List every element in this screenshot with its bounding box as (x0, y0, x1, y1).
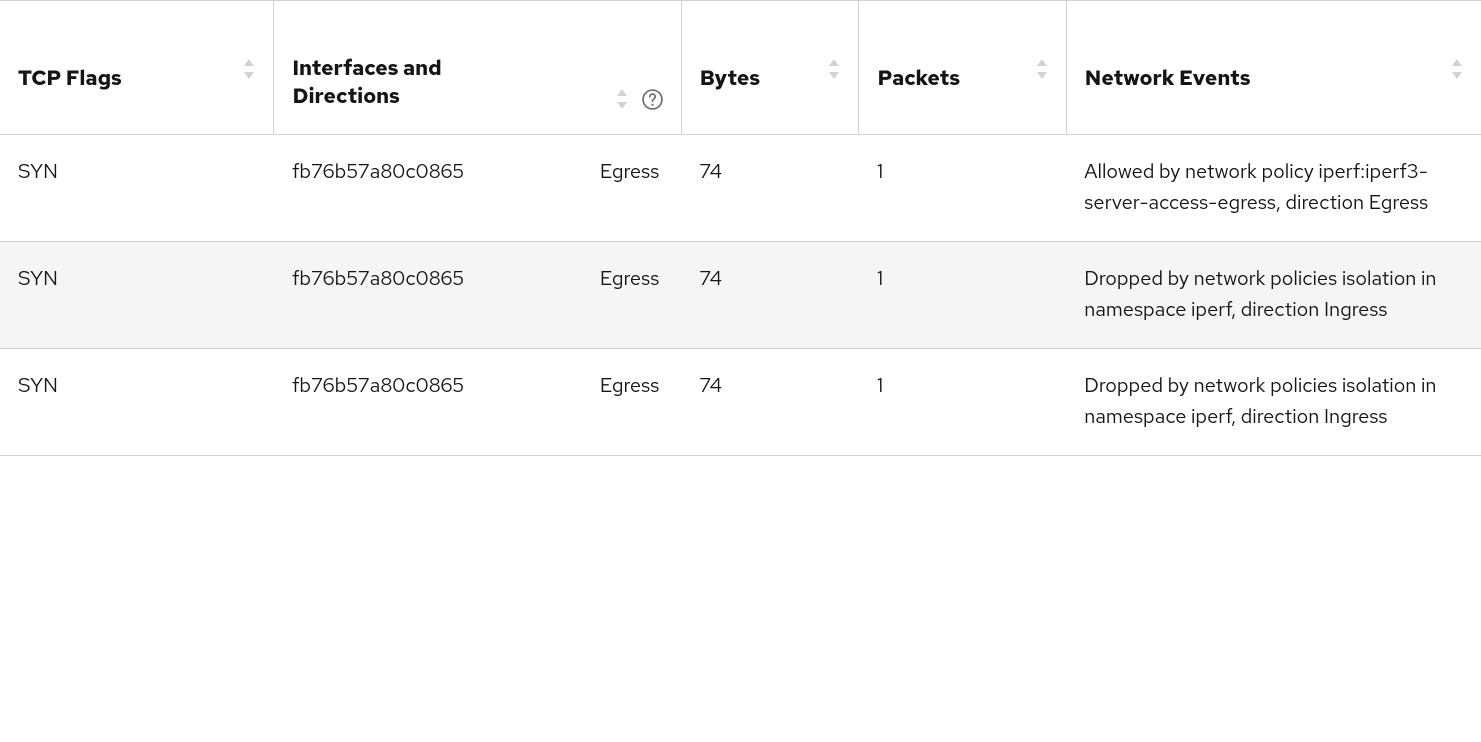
cell-tcp-flags: SYN (0, 134, 274, 241)
sort-icon[interactable] (616, 88, 628, 110)
cell-bytes: 74 (681, 348, 859, 455)
cell-network-event: Dropped by network policies isolation in… (1066, 348, 1481, 455)
cell-packets: 1 (859, 134, 1066, 241)
column-header-network-events[interactable]: Network Events (1066, 1, 1481, 135)
help-icon[interactable] (642, 89, 663, 110)
cell-tcp-flags: SYN (0, 348, 274, 455)
cell-network-event: Allowed by network policy iperf:iperf3-s… (1066, 134, 1481, 241)
network-flows-table: TCP Flags Interfaces and Directions (0, 0, 1481, 456)
interface-direction: Egress (600, 264, 663, 295)
interface-id: fb76b57a80c0865 (292, 371, 464, 402)
sort-icon[interactable] (243, 58, 255, 80)
column-header-bytes[interactable]: Bytes (681, 1, 859, 135)
interface-direction: Egress (600, 157, 663, 188)
column-label: Packets (877, 27, 960, 93)
interface-direction: Egress (600, 371, 663, 402)
column-header-tcp-flags[interactable]: TCP Flags (0, 1, 274, 135)
interface-id: fb76b57a80c0865 (292, 157, 464, 188)
table-row[interactable]: SYN fb76b57a80c0865 Egress 74 1 Allowed … (0, 134, 1481, 241)
column-label: Network Events (1085, 27, 1251, 93)
cell-bytes: 74 (681, 134, 859, 241)
column-label: Interfaces and Directions (292, 27, 462, 112)
table-row[interactable]: SYN fb76b57a80c0865 Egress 74 1 Dropped … (0, 241, 1481, 348)
cell-interface: fb76b57a80c0865 Egress (274, 241, 681, 348)
cell-packets: 1 (859, 348, 1066, 455)
sort-icon[interactable] (828, 58, 840, 80)
cell-tcp-flags: SYN (0, 241, 274, 348)
sort-icon[interactable] (1036, 58, 1048, 80)
table-row[interactable]: SYN fb76b57a80c0865 Egress 74 1 Dropped … (0, 348, 1481, 455)
column-label: TCP Flags (18, 27, 122, 93)
column-label: Bytes (700, 27, 760, 93)
sort-icon[interactable] (1451, 58, 1463, 80)
cell-interface: fb76b57a80c0865 Egress (274, 348, 681, 455)
cell-interface: fb76b57a80c0865 Egress (274, 134, 681, 241)
column-header-packets[interactable]: Packets (859, 1, 1066, 135)
cell-bytes: 74 (681, 241, 859, 348)
table-header-row: TCP Flags Interfaces and Directions (0, 1, 1481, 135)
column-header-interfaces[interactable]: Interfaces and Directions (274, 1, 681, 135)
cell-network-event: Dropped by network policies isolation in… (1066, 241, 1481, 348)
cell-packets: 1 (859, 241, 1066, 348)
interface-id: fb76b57a80c0865 (292, 264, 464, 295)
